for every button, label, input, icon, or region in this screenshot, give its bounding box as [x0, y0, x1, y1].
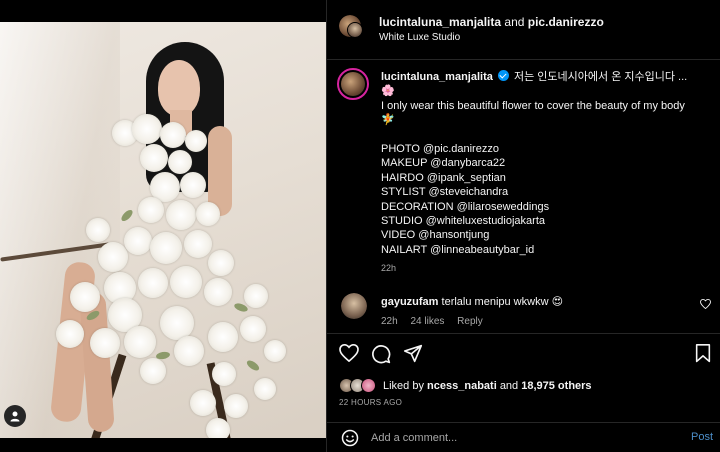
- location-link[interactable]: White Luxe Studio: [379, 32, 460, 43]
- post-comment-button[interactable]: Post: [691, 431, 713, 443]
- flower: [244, 284, 268, 308]
- header-authors: lucintaluna_manjalita and pic.danirezzo: [379, 15, 604, 29]
- flower: [180, 172, 206, 198]
- bookmark-icon[interactable]: [695, 344, 711, 363]
- flower: [160, 122, 186, 148]
- comment-meta: 22h 24 likes Reply: [381, 316, 493, 327]
- flower: [212, 362, 236, 386]
- reply-button[interactable]: Reply: [457, 316, 483, 327]
- credit-makeup[interactable]: MAKEUP @danybarca22: [381, 156, 711, 170]
- model-face: [158, 60, 200, 116]
- post-caption: lucintaluna_manjalita 저는 인도네시아에서 온 지수입니다…: [381, 70, 711, 257]
- caption-emoji-flower: 🌸: [381, 85, 395, 98]
- commenter-avatar[interactable]: [341, 293, 367, 319]
- likes-text: Liked by ncess_nabati and 18,975 others: [383, 380, 592, 392]
- comment-like-heart-icon[interactable]: [700, 299, 711, 309]
- comment-emoji: 😍: [551, 296, 564, 308]
- caption-korean: 저는 인도네시아에서 온 지수입니다 ...: [514, 71, 688, 83]
- user-tag-icon: [10, 411, 20, 422]
- flower: [174, 336, 204, 366]
- flower: [206, 418, 230, 438]
- credit-studio[interactable]: STUDIO @whiteluxestudiojakarta: [381, 214, 711, 228]
- post-media-pane: [0, 0, 326, 452]
- credit-decoration[interactable]: DECORATION @lilaroseweddings: [381, 200, 711, 214]
- flower: [196, 202, 220, 226]
- caption-time: 22h: [381, 263, 397, 273]
- comment-likes[interactable]: 24 likes: [410, 316, 444, 327]
- comment-body: gayuzufam terlalu menipu wkwkw 😍: [381, 295, 563, 308]
- flower: [240, 316, 266, 342]
- flower: [124, 227, 152, 255]
- leaf: [119, 208, 135, 223]
- add-comment-bar: Post: [327, 422, 720, 452]
- likes-others[interactable]: 18,975 others: [521, 380, 591, 392]
- commenter-username[interactable]: gayuzufam: [381, 296, 438, 308]
- flower: [208, 322, 238, 352]
- post-actions: [327, 333, 720, 373]
- comment-time: 22h: [381, 316, 398, 327]
- comment-icon[interactable]: [371, 344, 391, 364]
- user-tag-button[interactable]: [4, 405, 26, 427]
- credit-stylist[interactable]: STYLIST @steveichandra: [381, 185, 711, 199]
- flower: [208, 250, 234, 276]
- likes-summary: Liked by ncess_nabati and 18,975 others: [339, 376, 719, 396]
- flower: [264, 340, 286, 362]
- flower: [140, 358, 166, 384]
- flower: [86, 218, 110, 242]
- flower: [56, 320, 84, 348]
- flower: [150, 232, 182, 264]
- verified-badge-icon: [497, 70, 509, 81]
- flower: [224, 394, 248, 418]
- caption-text: I only wear this beautiful flower to cov…: [381, 99, 685, 112]
- credit-video[interactable]: VIDEO @hansontjung: [381, 228, 711, 242]
- flower: [138, 197, 164, 223]
- flower: [168, 150, 192, 174]
- credit-photo[interactable]: PHOTO @pic.danirezzo: [381, 142, 711, 156]
- comment-input[interactable]: [371, 429, 671, 447]
- post-header: lucintaluna_manjalita and pic.danirezzo …: [327, 0, 720, 60]
- flower: [138, 268, 168, 298]
- share-icon[interactable]: [403, 344, 423, 363]
- flower: [185, 130, 207, 152]
- flower: [190, 390, 216, 416]
- coauthor-avatar[interactable]: [347, 22, 363, 38]
- flower: [184, 230, 212, 258]
- flower: [254, 378, 276, 400]
- flower: [160, 306, 194, 340]
- author-link[interactable]: lucintaluna_manjalita: [379, 15, 501, 29]
- flower: [140, 144, 168, 172]
- post-details-pane: lucintaluna_manjalita and pic.danirezzo …: [326, 0, 720, 452]
- post-photo[interactable]: [0, 22, 326, 438]
- credit-hairdo[interactable]: HAIRDO @ipank_septian: [381, 171, 711, 185]
- caption-author-avatar[interactable]: [337, 68, 369, 100]
- flower: [124, 326, 156, 358]
- leaf: [155, 350, 171, 361]
- caption-username[interactable]: lucintaluna_manjalita: [381, 71, 493, 83]
- flower: [70, 282, 100, 312]
- smiley-icon[interactable]: [341, 429, 359, 447]
- authors-joiner: and: [504, 15, 525, 29]
- likes-joiner: and: [499, 380, 519, 392]
- flower: [166, 200, 196, 230]
- leaf: [245, 358, 261, 373]
- flower: [132, 114, 162, 144]
- comment-text: terlalu menipu wkwkw: [441, 296, 549, 308]
- flower: [170, 266, 202, 298]
- credit-nailart[interactable]: NAILART @linneabeautybar_id: [381, 243, 711, 257]
- caption-emoji-fairy: 🧚: [381, 114, 395, 127]
- liker-username[interactable]: ncess_nabati: [427, 380, 497, 392]
- coauthor-link[interactable]: pic.danirezzo: [528, 15, 604, 29]
- heart-icon[interactable]: [339, 344, 359, 362]
- likes-prefix: Liked by: [383, 380, 424, 392]
- liker-avatar[interactable]: [361, 378, 376, 393]
- flower: [98, 242, 128, 272]
- post-timestamp[interactable]: 22 HOURS AGO: [339, 398, 402, 407]
- flower: [204, 278, 232, 306]
- flower: [90, 328, 120, 358]
